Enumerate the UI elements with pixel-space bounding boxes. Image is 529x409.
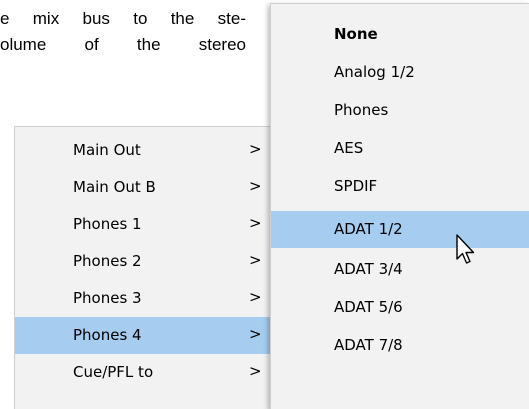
- menu-item-main-out[interactable]: Main Out >: [15, 132, 288, 169]
- chevron-right-icon: >: [249, 251, 262, 269]
- menu-item-label: Phones 3: [73, 289, 142, 307]
- output-channel-menu: Main Out > Main Out B > Phones 1 > Phone…: [14, 126, 289, 409]
- document-line-2: olume of the stereo: [0, 35, 246, 54]
- submenu-item-label: None: [334, 25, 378, 43]
- menu-item-cue-pfl-to[interactable]: Cue/PFL to >: [15, 354, 288, 391]
- arrow-pointer-icon: [456, 234, 475, 264]
- submenu-item-label: AES: [334, 139, 364, 157]
- chevron-right-icon: >: [249, 140, 262, 158]
- menu-item-phones-3[interactable]: Phones 3 >: [15, 280, 288, 317]
- output-assignment-submenu: None Analog 1/2 Phones AES SPDIF ADAT 1/…: [270, 3, 529, 409]
- menu-item-label: Phones 4: [73, 326, 142, 344]
- menu-item-phones-1[interactable]: Phones 1 >: [15, 206, 288, 243]
- document-line-1: e mix bus to the ste-: [0, 9, 246, 28]
- submenu-item-none[interactable]: None: [271, 16, 529, 53]
- submenu-item-spdif[interactable]: SPDIF: [271, 168, 529, 205]
- menu-item-label: Main Out: [73, 141, 141, 159]
- submenu-item-adat-3-4[interactable]: ADAT 3/4: [271, 251, 529, 288]
- submenu-item-label: ADAT 1/2: [334, 220, 403, 238]
- submenu-item-analog-1-2[interactable]: Analog 1/2: [271, 54, 529, 91]
- submenu-item-aes[interactable]: AES: [271, 130, 529, 167]
- document-text: e mix bus to the ste- olume of the stere…: [0, 6, 246, 58]
- submenu-item-label: Analog 1/2: [334, 63, 415, 81]
- menu-item-main-out-b[interactable]: Main Out B >: [15, 169, 288, 206]
- menu-item-label: Phones 2: [73, 252, 142, 270]
- chevron-right-icon: >: [249, 325, 262, 343]
- submenu-item-adat-7-8[interactable]: ADAT 7/8: [271, 327, 529, 364]
- chevron-right-icon: >: [249, 362, 262, 380]
- submenu-item-label: ADAT 7/8: [334, 336, 403, 354]
- chevron-right-icon: >: [249, 177, 262, 195]
- submenu-item-label: ADAT 3/4: [334, 260, 403, 278]
- menu-item-phones-2[interactable]: Phones 2 >: [15, 243, 288, 280]
- submenu-item-phones[interactable]: Phones: [271, 92, 529, 129]
- chevron-right-icon: >: [249, 214, 262, 232]
- submenu-item-label: SPDIF: [334, 177, 378, 195]
- submenu-item-adat-1-2[interactable]: ADAT 1/2: [271, 211, 529, 248]
- submenu-item-label: Phones: [334, 101, 389, 119]
- menu-item-label: Phones 1: [73, 215, 142, 233]
- menu-item-label: Cue/PFL to: [73, 363, 154, 381]
- menu-item-label: Main Out B: [73, 178, 156, 196]
- chevron-right-icon: >: [249, 288, 262, 306]
- menu-item-phones-4[interactable]: Phones 4 >: [15, 317, 288, 354]
- submenu-item-adat-5-6[interactable]: ADAT 5/6: [271, 289, 529, 326]
- submenu-item-label: ADAT 5/6: [334, 298, 403, 316]
